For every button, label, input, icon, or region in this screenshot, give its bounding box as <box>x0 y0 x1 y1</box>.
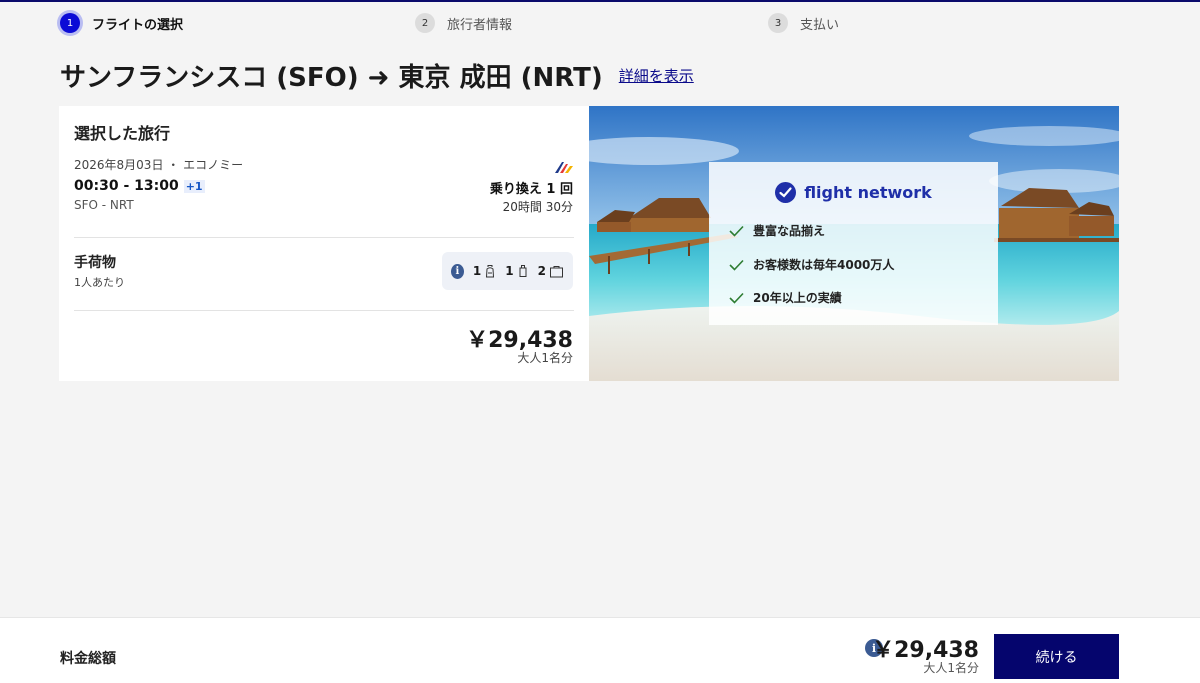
step-label: フライトの選択 <box>92 17 184 33</box>
brand: flight network <box>709 182 998 203</box>
step-number: 1 <box>60 13 80 33</box>
carry-on-item: 1 <box>505 264 528 278</box>
flight-duration: 20時間 30分 <box>502 200 573 214</box>
baggage-title: 手荷物 <box>74 255 116 271</box>
feature-item: 20年以上の実績 <box>729 289 842 306</box>
info-icon[interactable]: i <box>451 263 464 279</box>
personal-item: 1 <box>473 264 496 278</box>
title-row: サンフランシスコ (SFO) ➜ 東京 成田 (NRT) 詳細を表示 <box>60 57 694 94</box>
checked-bag-item: 2 <box>538 264 564 278</box>
feature-text: 豊富な品揃え <box>753 224 826 238</box>
step-traveler-info[interactable]: 2 旅行者情報 <box>415 12 512 34</box>
feature-item: お客様数は毎年4000万人 <box>729 256 894 273</box>
feature-text: 20年以上の実績 <box>753 291 842 305</box>
progress-steps: 1 フライトの選択 2 旅行者情報 3 支払い <box>0 12 1200 34</box>
plus-day-badge: +1 <box>183 179 205 193</box>
promo-box: flight network 豊富な品揃え お客様数は毎年4000万人 20年以… <box>709 162 998 325</box>
feature-text: お客様数は毎年4000万人 <box>753 258 895 272</box>
feature-item: 豊富な品揃え <box>729 222 825 239</box>
total-price-per: 大人1名分 <box>923 661 979 675</box>
step-label: 旅行者情報 <box>447 17 513 33</box>
flight-network-logo-icon <box>775 182 797 203</box>
flight-date-class: 2026年8月03日 ・ エコノミー <box>74 158 244 172</box>
step-label: 支払い <box>800 17 840 33</box>
step-payment[interactable]: 3 支払い <box>768 12 839 34</box>
carry-on-bag-icon <box>519 265 527 277</box>
step-flight-selection[interactable]: 1 フライトの選択 <box>60 12 183 34</box>
brand-name: flight network <box>804 183 932 202</box>
total-label: 料金総額 <box>60 651 116 667</box>
show-details-link[interactable]: 詳細を表示 <box>619 65 694 86</box>
checkmark-icon <box>729 259 744 271</box>
trip-price-per: 大人1名分 <box>517 351 573 365</box>
baggage-allowance[interactable]: i 1 1 2 <box>442 252 573 290</box>
top-border <box>0 0 1200 2</box>
time-range: 00:30 - 13:00 <box>74 178 179 194</box>
divider <box>74 237 574 238</box>
checked-bag-count: 2 <box>537 264 546 278</box>
checkmark-icon <box>729 225 744 237</box>
promo-banner: flight network 豊富な品揃え お客様数は毎年4000万人 20年以… <box>589 106 1119 381</box>
suitcase-icon <box>550 265 563 277</box>
flight-time: 00:30 - 13:00 +1 <box>74 178 205 194</box>
personal-item-count: 1 <box>472 264 482 278</box>
card-title: 選択した旅行 <box>74 124 171 143</box>
step-number: 3 <box>768 13 788 33</box>
divider <box>74 310 574 311</box>
footer-bar: 料金総額 i ￥29,438 大人1名分 続ける <box>0 617 1200 683</box>
baggage-subtitle: 1人あたり <box>74 276 125 289</box>
step-number: 2 <box>415 13 435 33</box>
page-title: サンフランシスコ (SFO) ➜ 東京 成田 (NRT) <box>60 63 603 93</box>
carry-on-count: 1 <box>505 264 514 278</box>
stops-count: 乗り換え 1 回 <box>489 182 573 197</box>
airline-logo-icon <box>555 158 573 177</box>
checkmark-icon <box>729 292 744 304</box>
backpack-icon <box>486 265 495 278</box>
continue-button[interactable]: 続ける <box>994 634 1119 679</box>
flight-route: SFO - NRT <box>74 198 134 212</box>
selected-trip-card: 選択した旅行 2026年8月03日 ・ エコノミー 00:30 - 13:00 … <box>59 106 589 381</box>
